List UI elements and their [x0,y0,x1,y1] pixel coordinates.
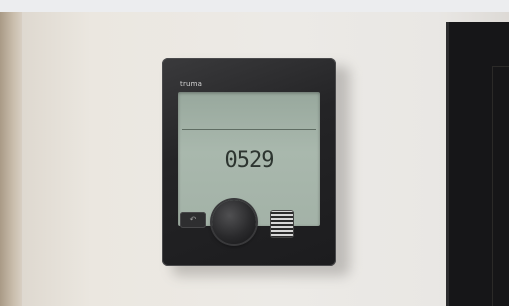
menu-button[interactable] [270,210,294,238]
back-arrow-icon: ↶ [189,215,197,224]
rotary-knob[interactable] [212,200,256,244]
photo-scene: truma 0529 ↶ [0,0,509,306]
thermostat-panel: truma 0529 ↶ [162,58,336,266]
door-frame [0,12,22,306]
control-row: ↶ [162,194,336,266]
lcd-time-readout: 0529 [224,148,275,173]
brand-logo: truma [180,80,203,88]
dark-panel-frame [492,66,509,306]
wall-top-strip [0,0,509,12]
lcd-divider [182,129,316,130]
adjacent-dark-panel [446,22,509,306]
back-button[interactable]: ↶ [180,212,206,228]
